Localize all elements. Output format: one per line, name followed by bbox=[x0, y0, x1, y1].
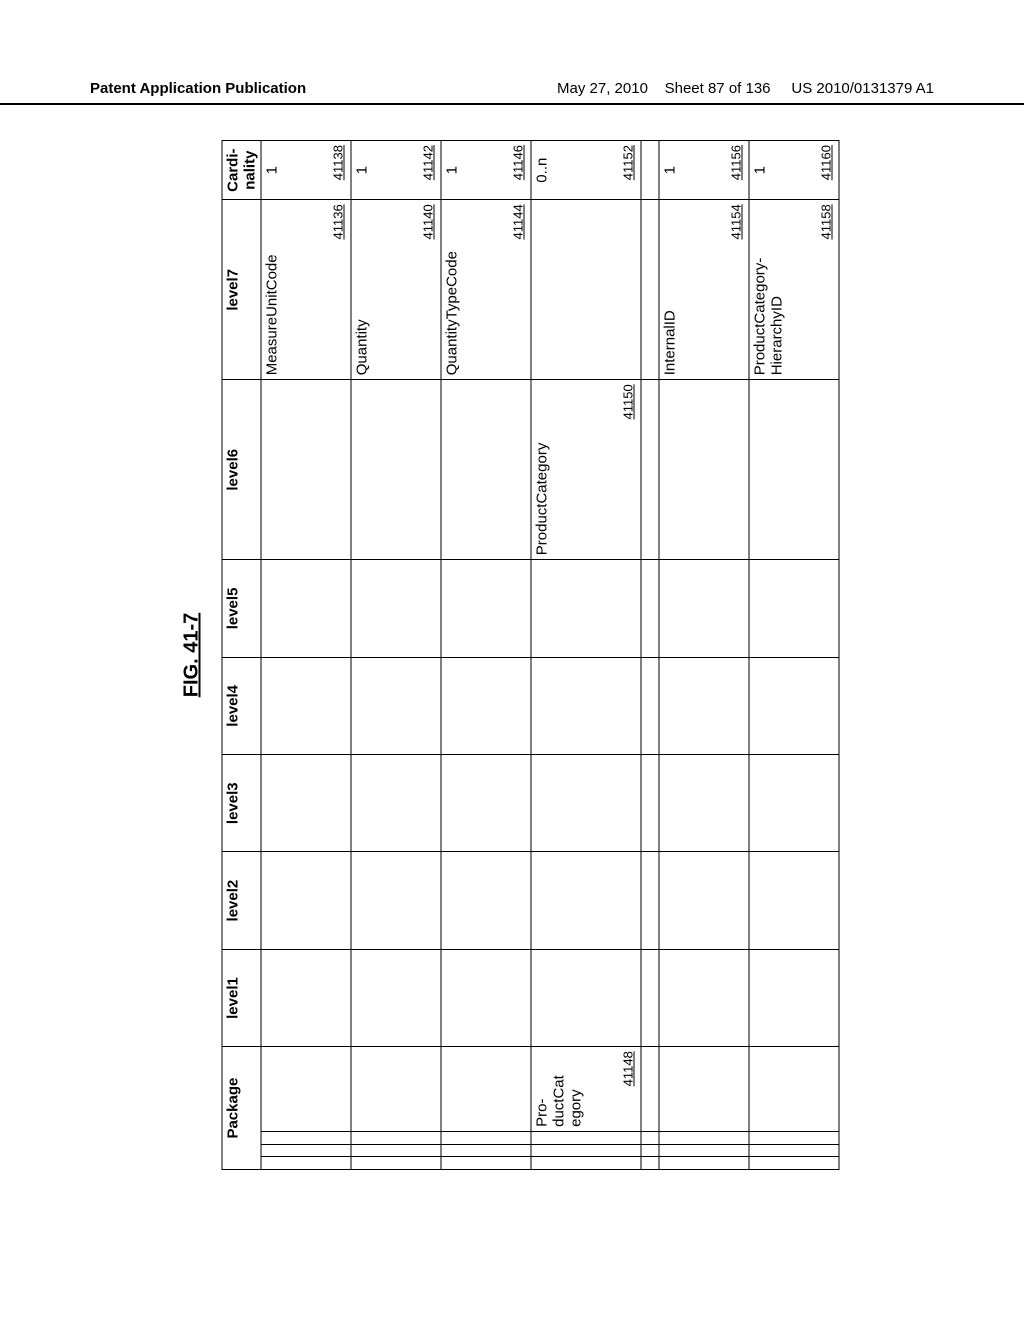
spacer-row bbox=[641, 141, 659, 1170]
cell-cardinality: 1 bbox=[444, 145, 461, 195]
th-level6: level6 bbox=[222, 380, 261, 560]
data-table: Package level1 level2 level3 level4 leve… bbox=[222, 140, 840, 1170]
cell-level7: QuantityTypeCode bbox=[444, 204, 461, 375]
cell-level7: ProductCategory- HierarchyID bbox=[752, 204, 786, 375]
th-level3: level3 bbox=[222, 755, 261, 852]
cell-ref: 41146 bbox=[511, 145, 526, 195]
cell-ref: 41150 bbox=[621, 384, 636, 555]
cell-cardinality: 1 bbox=[264, 145, 281, 195]
cell-ref: 41160 bbox=[819, 145, 834, 195]
table-row: Pro- ductCat egory 41148 ProductCategory 4… bbox=[531, 141, 641, 1170]
cell-level7: Quantity bbox=[354, 204, 371, 375]
cell-package: Pro- ductCat egory bbox=[534, 1051, 585, 1127]
cell-ref: 41144 bbox=[511, 204, 526, 375]
table-row: QuantityTypeCode 41144 1 41146 bbox=[441, 141, 531, 1170]
th-level7: level7 bbox=[222, 200, 261, 380]
cell-cardinality: 1 bbox=[354, 145, 371, 195]
publication-meta: May 27, 2010 Sheet 87 of 136 US 2010/013… bbox=[557, 80, 934, 97]
table-row: Quantity 41140 1 41142 bbox=[351, 141, 441, 1170]
figure-title: FIG. 41-7 bbox=[181, 140, 204, 1170]
cell-level7: MeasureUnitCode bbox=[264, 204, 281, 375]
cell-level7: InternalID bbox=[662, 204, 679, 375]
cell-ref: 41152 bbox=[621, 145, 636, 195]
cell-ref: 41142 bbox=[421, 145, 436, 195]
cell-level6: ProductCategory bbox=[534, 384, 551, 555]
cell-ref: 41158 bbox=[819, 204, 834, 375]
th-level5: level5 bbox=[222, 560, 261, 657]
cell-ref: 41154 bbox=[729, 204, 744, 375]
publication-label: Patent Application Publication bbox=[90, 80, 306, 97]
cell-cardinality: 1 bbox=[752, 145, 769, 195]
cell-cardinality: 1 bbox=[662, 145, 679, 195]
th-level4: level4 bbox=[222, 657, 261, 754]
cell-ref: 41140 bbox=[421, 204, 436, 375]
table-row: InternalID 41154 1 41156 bbox=[659, 141, 749, 1170]
th-level1: level1 bbox=[222, 949, 261, 1046]
cell-ref: 41138 bbox=[331, 145, 346, 195]
cell-ref: 41156 bbox=[729, 145, 744, 195]
table-row: ProductCategory- HierarchyID 41158 1 41160 bbox=[749, 141, 839, 1170]
page-header: Patent Application Publication May 27, 2… bbox=[0, 80, 1024, 105]
th-cardinality: Cardi- nality bbox=[222, 141, 261, 200]
cell-ref: 41148 bbox=[621, 1051, 636, 1127]
cell-cardinality: 0..n bbox=[534, 145, 551, 195]
th-package: Package bbox=[222, 1047, 261, 1170]
th-level2: level2 bbox=[222, 852, 261, 949]
table-row: MeasureUnitCode 41136 1 41138 bbox=[261, 141, 351, 1170]
figure-area: FIG. 41-7 Package level1 level2 level3 l… bbox=[80, 140, 940, 1170]
cell-ref: 41136 bbox=[331, 204, 346, 375]
